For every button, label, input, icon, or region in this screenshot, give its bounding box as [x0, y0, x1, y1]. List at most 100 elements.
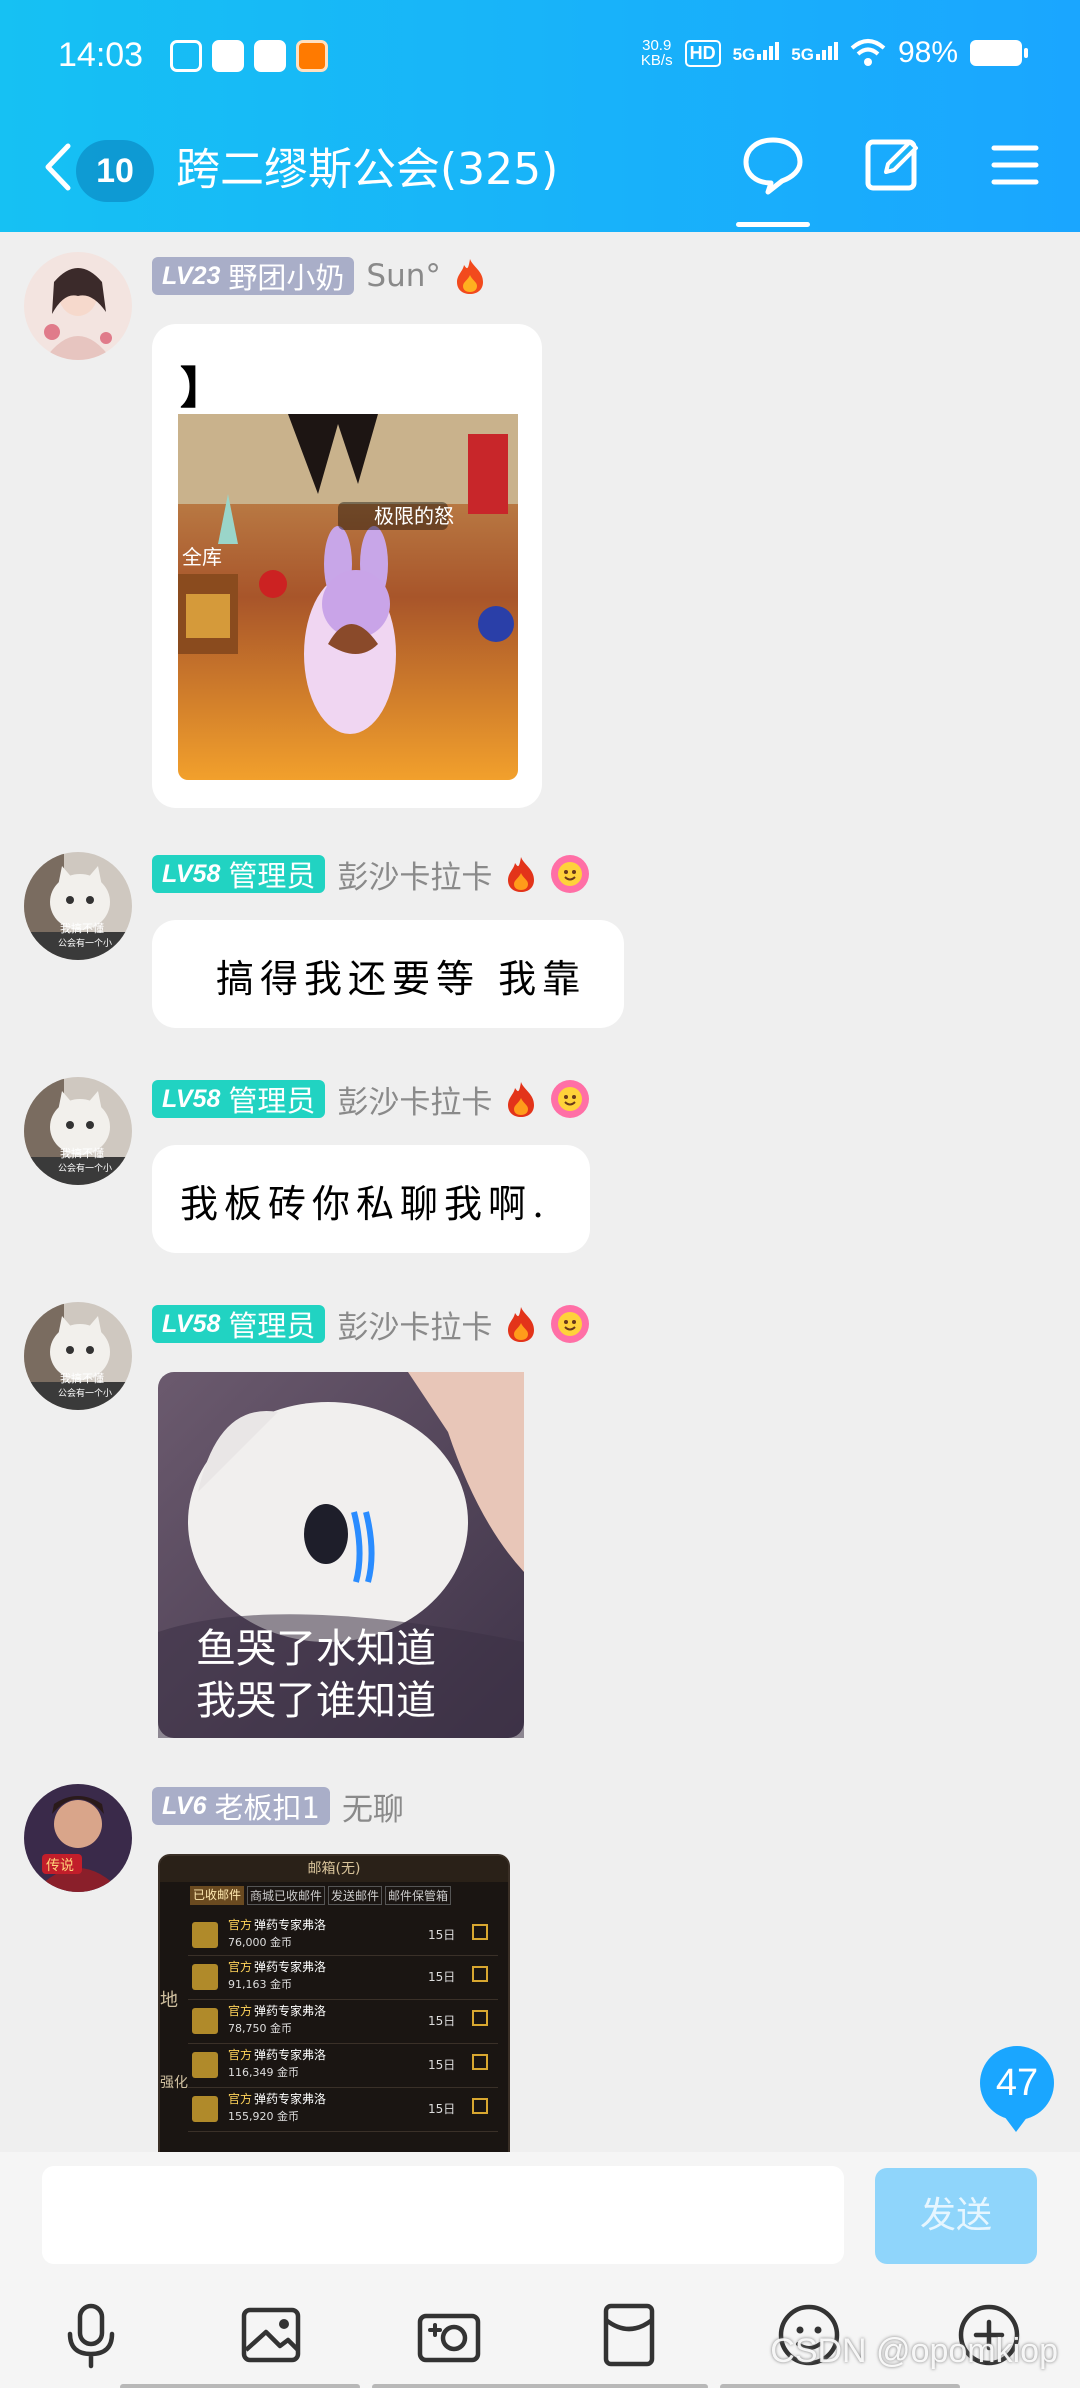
svg-text:公会有一个小: 公会有一个小 — [58, 937, 112, 949]
svg-text:我搞不懂: 我搞不懂 — [60, 1371, 104, 1385]
flower-icon — [551, 855, 590, 893]
svg-text:传说: 传说 — [46, 1858, 74, 1874]
watermark: CSDN @opomkiop — [770, 2332, 1058, 2370]
coin-icon — [192, 2052, 218, 2078]
status-bar: 14:03 30.9 KB/s HD 5G 5G 98% — [0, 30, 1080, 86]
level-badge: LV58 管理员 — [152, 855, 326, 893]
mailbox-tabs: 已收邮件 商城已收邮件 发送邮件 邮件保管箱 — [160, 1882, 508, 1909]
mail-row[interactable]: 官方 弹药专家弗洛 116,349 金币 15日 — [188, 2044, 498, 2088]
game-label-top: 极限的怒 — [374, 504, 454, 528]
sticker-caption-1: 鱼哭了水知道 — [196, 1626, 436, 1672]
input-bar: 发送 CSDN @opomkiop — [0, 2152, 1080, 2388]
sender-meta: LV58 管理员 彭沙卡拉卡 — [152, 1302, 590, 1347]
image-icon[interactable] — [236, 2300, 306, 2370]
taobao-notification-icon — [296, 40, 328, 72]
text-message-bubble[interactable]: 我板砖你私聊我啊. — [152, 1145, 590, 1253]
sender-meta: LV23 野团小奶 Sun° — [152, 256, 487, 296]
level-badge: LV23 野团小奶 — [152, 257, 355, 295]
edit-note-icon[interactable] — [858, 130, 928, 200]
svg-text:公会有一个小: 公会有一个小 — [58, 1387, 112, 1399]
notification-icons — [170, 40, 328, 72]
coin-icon — [192, 2096, 218, 2122]
checkbox-icon[interactable] — [472, 2054, 488, 2070]
message-input[interactable] — [42, 2166, 844, 2264]
game-screenshot-image[interactable]: 极限的怒 全库 — [178, 414, 518, 780]
avatar[interactable]: 传说 — [24, 1784, 132, 1892]
cat-sticker-image[interactable]: 鱼哭了水知道 我哭了谁知道 — [158, 1372, 524, 1738]
mail-row[interactable]: 官方 弹药专家弗洛 76,000 金币 15日 — [188, 1914, 498, 1956]
sender-nickname[interactable]: 彭沙卡拉卡 — [337, 852, 492, 897]
nav-bar: 10 跨二缪斯公会(325) — [0, 120, 1080, 210]
mailbox-title: 邮箱(无) — [160, 1856, 508, 1882]
menu-icon[interactable] — [980, 130, 1050, 200]
svg-text:公会有一个小: 公会有一个小 — [58, 1162, 112, 1174]
app-notification-icon — [170, 40, 202, 72]
fire-icon — [508, 1082, 535, 1117]
level-badge: LV6 老板扣1 — [152, 1787, 330, 1825]
svg-text:我搞不懂: 我搞不懂 — [60, 921, 104, 935]
svg-text:我搞不懂: 我搞不懂 — [60, 1146, 104, 1160]
paw-notification-icon — [254, 40, 286, 72]
level-badge: LV58 管理员 — [152, 1305, 326, 1343]
sender-nickname[interactable]: 彭沙卡拉卡 — [337, 1077, 492, 1122]
level-badge: LV58 管理员 — [152, 1080, 326, 1118]
gift-notification-icon — [212, 40, 244, 72]
avatar[interactable] — [24, 252, 132, 360]
avatar[interactable]: 我搞不懂 公会有一个小 — [24, 1077, 132, 1185]
coin-icon — [192, 1922, 218, 1948]
mailbox-screenshot-image[interactable]: 邮箱(无) 已收邮件 商城已收邮件 发送邮件 邮件保管箱 地 强化 官方 弹药专… — [158, 1854, 510, 2154]
sender-nickname[interactable]: Sun° — [366, 258, 440, 294]
avatar[interactable]: 我搞不懂 公会有一个小 — [24, 1302, 132, 1410]
battery-percent: 98% — [897, 36, 958, 69]
image-message-bubble[interactable]: 】 极限的怒 全库 — [152, 324, 542, 808]
status-time: 14:03 — [58, 36, 144, 74]
header: 14:03 30.9 KB/s HD 5G 5G 98% 10 跨二缪斯公会(3… — [0, 0, 1080, 232]
coin-icon — [192, 1964, 218, 1990]
mail-row[interactable]: 官方 弹药专家弗洛 78,750 金币 15日 — [188, 2000, 498, 2044]
flower-icon — [551, 1305, 590, 1343]
message-text: 搞得我还要等 我靠 — [216, 957, 587, 1001]
signal-icon-1: 5G — [733, 41, 780, 65]
signal-icon-2: 5G — [791, 41, 838, 65]
hd-icon: HD — [684, 39, 721, 67]
flower-icon — [551, 1080, 590, 1118]
chat-bubble-icon[interactable] — [738, 130, 808, 200]
home-indicator — [372, 2384, 708, 2388]
fire-icon — [456, 259, 483, 294]
text-message-bubble[interactable]: 搞得我还要等 我靠 — [152, 920, 624, 1028]
message-text: 我板砖你私聊我啊. — [180, 1182, 551, 1226]
sticker-caption-2: 我哭了谁知道 — [196, 1678, 436, 1724]
red-packet-icon[interactable] — [594, 2300, 664, 2370]
checkbox-icon[interactable] — [472, 1924, 488, 1940]
new-messages-badge[interactable]: 47 — [980, 2046, 1054, 2132]
checkbox-icon[interactable] — [472, 2098, 488, 2114]
checkbox-icon[interactable] — [472, 2010, 488, 2026]
microphone-icon[interactable] — [56, 2300, 126, 2370]
home-indicator — [120, 2384, 360, 2388]
status-right: 30.9 KB/s HD 5G 5G 98% — [640, 36, 1028, 70]
mail-row[interactable]: 官方 弹药专家弗洛 91,163 金币 15日 — [188, 1956, 498, 2000]
sender-nickname[interactable]: 彭沙卡拉卡 — [337, 1302, 492, 1347]
message-text: 】 — [180, 363, 224, 414]
home-indicator — [720, 2384, 960, 2388]
active-tab-indicator — [736, 222, 810, 227]
sender-meta: LV6 老板扣1 无聊 — [152, 1784, 404, 1829]
unread-count-badge[interactable]: 10 — [76, 140, 154, 202]
avatar[interactable]: 我搞不懂 公会有一个小 — [24, 852, 132, 960]
sender-meta: LV58 管理员 彭沙卡拉卡 — [152, 1077, 590, 1122]
fire-icon — [508, 1307, 535, 1342]
back-arrow-icon[interactable] — [40, 142, 74, 192]
sender-meta: LV58 管理员 彭沙卡拉卡 — [152, 852, 590, 897]
coin-icon — [192, 2008, 218, 2034]
network-speed: 30.9 KB/s — [640, 37, 673, 69]
send-button[interactable]: 发送 — [875, 2168, 1037, 2264]
fire-icon — [508, 857, 535, 892]
camera-icon[interactable] — [414, 2300, 484, 2370]
battery-icon — [970, 40, 1028, 66]
checkbox-icon[interactable] — [472, 1966, 488, 1982]
mail-row[interactable]: 官方 弹药专家弗洛 155,920 金币 15日 — [188, 2088, 498, 2132]
mailbox-list: 官方 弹药专家弗洛 76,000 金币 15日 官方 弹药专家弗洛 91,163… — [188, 1914, 498, 2132]
group-title[interactable]: 跨二缪斯公会(325) — [176, 140, 558, 200]
wifi-icon — [850, 39, 886, 66]
sender-nickname[interactable]: 无聊 — [342, 1784, 404, 1829]
